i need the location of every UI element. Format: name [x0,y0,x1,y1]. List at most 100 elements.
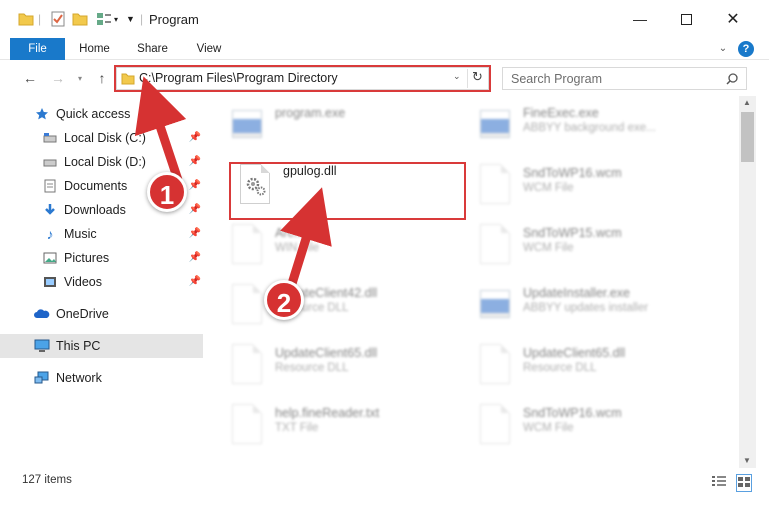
drive-icon [42,130,58,146]
pin-icon[interactable]: 📌 [189,132,201,143]
navigation-bar: ← → ▾ ↑ C:\Program Files\Program Directo… [0,60,769,96]
exe-icon [232,104,262,144]
file-type: WCM File [523,182,574,194]
file-type: Resource DLL [275,362,349,374]
minimize-button[interactable]: — [617,0,663,38]
file-icon [232,404,262,444]
file-item[interactable]: program.exe [220,100,460,156]
file-name: FineExec.exe [523,106,599,120]
window-title: Program [149,11,199,27]
documents-icon [42,178,58,194]
file-type: ABBYY updates installer [523,302,649,314]
customize-dropdown-icon[interactable]: ▾ [114,10,118,28]
separator: | [140,12,144,26]
pin-icon[interactable]: 📌 [189,276,201,287]
file-item[interactable]: UpdateInstaller.exe ABBYY updates instal… [468,280,708,336]
sidebar-item-label: Network [56,371,102,385]
large-icons-view-icon[interactable] [736,474,752,492]
up-arrow-icon[interactable]: ↑ [92,68,112,88]
sidebar-item-network[interactable]: Network [0,366,203,390]
tab-view[interactable]: View [188,38,230,60]
pin-icon[interactable]: 📌 [189,156,201,167]
sidebar-item-this-pc[interactable]: This PC [0,334,203,358]
search-box[interactable]: Search Program [502,67,747,90]
sidebar-item-local-disk-d[interactable]: Local Disk (D:) 📌 [0,150,203,174]
sidebar-item-label: Downloads [64,203,126,217]
view-options-icon[interactable] [96,10,112,28]
sidebar-item-quick-access[interactable]: Quick access [0,102,203,126]
tab-share[interactable]: Share [130,38,175,60]
vertical-scrollbar[interactable]: ▲ ▼ [739,96,756,468]
address-highlight-box [114,65,491,92]
pin-icon[interactable]: 📌 [189,252,201,263]
qat-down-arrow-icon[interactable]: ▼ [126,10,135,28]
file-name: SndToWP15.wcm [523,226,622,240]
file-item[interactable]: SndToWP16.wcm WCM File [468,400,708,456]
scroll-thumb[interactable] [741,112,754,162]
file-name: SndToWP16.wcm [523,166,622,180]
file-type: WCM File [523,422,574,434]
back-arrow-icon[interactable]: ← [20,68,40,88]
exe-icon [480,284,510,324]
sidebar-item-label: Music [64,227,97,241]
sidebar-item-label: Videos [64,275,102,289]
help-icon[interactable]: ? [738,41,754,57]
sidebar-item-label: Local Disk (D:) [64,155,146,169]
sidebar-item-label: OneDrive [56,307,109,321]
scroll-down-icon[interactable]: ▼ [743,456,751,465]
ribbon-tabs: File Home Share View ⌄ ? [0,38,769,60]
file-name: UpdateInstaller.exe [523,286,631,300]
file-item[interactable]: FineExec.exe ABBYY background exe... [468,100,708,156]
file-name: SndToWP16.wcm [523,406,622,420]
close-button[interactable]: ✕ [710,0,756,38]
search-input[interactable]: Search Program [511,72,602,86]
file-item[interactable]: UpdateClient42.dll Resource DLL [220,280,460,336]
scroll-up-icon[interactable]: ▲ [743,98,751,107]
sidebar-item-label: Documents [64,179,128,193]
details-view-icon[interactable] [712,475,726,490]
recent-locations-icon[interactable]: ▾ [70,68,90,88]
drive-icon [42,154,58,170]
file-item[interactable]: help.fineReader.txt TXT File [220,400,460,456]
file-type: WCM File [523,242,574,254]
file-item[interactable]: UpdateClient65.dll Resource DLL [220,340,460,396]
tab-file[interactable]: File [10,38,65,60]
file-item[interactable]: SndToWP15.wcm WCM File [468,220,708,276]
sidebar-item-music[interactable]: ♪ Music 📌 [0,222,203,246]
expand-ribbon-icon[interactable]: ⌄ [716,38,730,60]
maximize-button[interactable] [663,0,709,38]
computer-icon [34,338,50,354]
tab-home[interactable]: Home [72,38,117,60]
folder-icon [18,10,34,28]
file-name: UpdateClient65.dll [275,346,378,360]
pictures-icon [42,250,58,266]
item-count: 127 items [22,474,72,486]
dll-gear-icon [232,284,262,324]
sidebar-item-label: Quick access [56,107,131,121]
network-icon [34,370,50,386]
file-item[interactable]: UpdateClient65.dll Resource DLL [468,340,708,396]
sidebar-item-onedrive[interactable]: OneDrive [0,302,203,326]
sidebar-item-label: Pictures [64,251,110,265]
forward-arrow-icon[interactable]: → [48,68,68,88]
sidebar-item-videos[interactable]: Videos 📌 [0,270,203,294]
sidebar-item-local-disk-c[interactable]: Local Disk (C:) 📌 [0,126,203,150]
navigation-pane: Quick access Local Disk (C:) 📌 Local Dis… [0,96,210,468]
file-type: WIN File [275,242,320,254]
status-bar: 127 items [0,470,769,492]
file-item[interactable]: Arc...d WIN File [220,220,460,276]
properties-icon[interactable] [50,10,66,28]
file-item[interactable]: SndToWP16.wcm WCM File [468,160,708,216]
separator: | [38,12,42,26]
title-bar: | ▾ ▼ | Program — ✕ [0,0,769,38]
sidebar-item-pictures[interactable]: Pictures 📌 [0,246,203,270]
sidebar-item-label: Local Disk (C:) [64,131,146,145]
file-icon [232,224,262,264]
music-icon: ♪ [46,226,54,242]
videos-icon [42,274,58,290]
pin-icon[interactable]: 📌 [189,180,201,191]
pin-icon[interactable]: 📌 [189,228,201,239]
file-name: UpdateClient65.dll [523,346,626,360]
pin-icon[interactable]: 📌 [189,204,201,215]
new-folder-icon[interactable] [72,10,88,28]
